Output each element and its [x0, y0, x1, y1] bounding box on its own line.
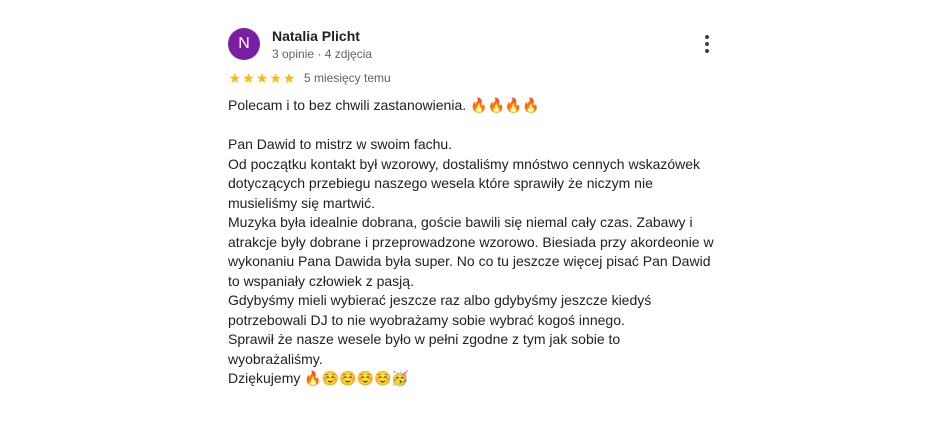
author-name[interactable]: Natalia Plicht: [272, 27, 372, 45]
rating-row: ★ ★ ★ ★ ★ 5 miesięcy temu: [228, 70, 728, 86]
more-vert-icon[interactable]: [697, 30, 717, 58]
more-dot: [705, 42, 709, 46]
star-icon: ★: [242, 70, 255, 86]
review-text: Polecam i to bez chwili zastanowienia. 🔥…: [228, 97, 714, 386]
review-card: N Natalia Plicht 3 opinie · 4 zdjęcia ★ ★…: [228, 24, 728, 389]
star-icon: ★: [269, 70, 282, 86]
author-meta: 3 opinie · 4 zdjęcia: [272, 46, 373, 61]
avatar[interactable]: N: [228, 28, 260, 60]
review-age: 5 miesięcy temu: [303, 71, 391, 85]
author-info: Natalia Plicht 3 opinie · 4 zdjęcia: [272, 27, 372, 62]
more-dot: [705, 35, 709, 39]
star-icon: ★: [255, 70, 269, 86]
more-dot: [705, 49, 709, 53]
star-icon: ★: [228, 70, 242, 86]
review-header: N Natalia Plicht 3 opinie · 4 zdjęcia: [228, 24, 728, 64]
star-rating: ★ ★ ★ ★ ★: [228, 71, 296, 85]
star-icon: ★: [282, 70, 296, 86]
